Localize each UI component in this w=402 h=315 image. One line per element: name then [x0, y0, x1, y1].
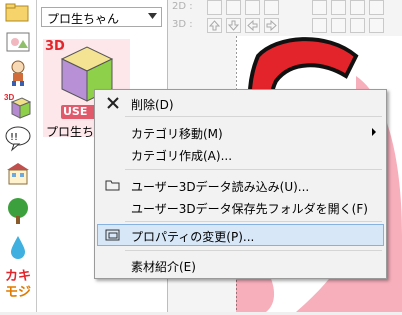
- submenu-arrow-icon: [372, 128, 376, 136]
- 3d-cube-icon[interactable]: 3D: [4, 92, 32, 120]
- drop-icon[interactable]: [4, 233, 32, 261]
- menu-item-label: 素材紹介(E): [131, 260, 196, 274]
- toolbar-button[interactable]: [226, 0, 241, 15]
- menu-item-open-save-folder[interactable]: ユーザー3Dデータ保存先フォルダを開く(F): [97, 196, 384, 218]
- menu-separator: [125, 250, 382, 251]
- svg-text:!!: !!: [10, 132, 18, 143]
- speech-balloon-icon[interactable]: !!: [4, 124, 32, 152]
- menu-item-label: カテゴリ作成(A)...: [131, 149, 233, 163]
- menu-separator: [125, 169, 382, 170]
- toolbar-label-3d: 3D :: [172, 19, 193, 30]
- menu-item-label: プロパティの変更(P)...: [131, 230, 255, 244]
- image-icon[interactable]: [4, 30, 32, 58]
- toolbar-button[interactable]: [207, 0, 222, 15]
- close-icon: [107, 97, 119, 109]
- menu-item-label: 削除(D): [131, 98, 174, 112]
- menu-item-label: ユーザー3Dデータ保存先フォルダを開く(F): [131, 202, 368, 216]
- properties-icon: [105, 229, 120, 241]
- svg-text:カキ: カキ: [5, 269, 31, 284]
- svg-text:3D: 3D: [4, 93, 14, 102]
- shrink-icon[interactable]: [312, 18, 327, 33]
- toolbar-button[interactable]: [312, 0, 327, 15]
- menu-item-material-info[interactable]: 素材紹介(E): [97, 254, 384, 276]
- move-left-icon[interactable]: [245, 18, 260, 33]
- flip-horizontal-icon[interactable]: [331, 18, 346, 33]
- move-up-icon[interactable]: [207, 18, 222, 33]
- chevron-down-icon: [148, 13, 157, 19]
- kakimoji-icon[interactable]: カキ モジ: [4, 266, 32, 306]
- use-badge-label: USE: [63, 105, 88, 118]
- move-down-icon[interactable]: [226, 18, 241, 33]
- tree-icon[interactable]: [4, 197, 32, 225]
- menu-separator: [125, 221, 382, 222]
- menu-item-load-user-3d[interactable]: ユーザー3Dデータ読み込み(U)...: [97, 174, 384, 196]
- menu-separator: [125, 116, 382, 117]
- folder-icon[interactable]: [4, 2, 32, 30]
- building-icon[interactable]: [4, 160, 32, 188]
- character-icon[interactable]: [4, 59, 32, 87]
- move-right-icon[interactable]: [264, 18, 279, 33]
- category-select[interactable]: プロ生ちゃん: [41, 7, 162, 27]
- toolbar-button[interactable]: [331, 0, 346, 15]
- tool-strip: 3D !! カキ モジ: [0, 0, 37, 312]
- svg-text:モジ: モジ: [5, 285, 31, 300]
- menu-item-label: カテゴリ移動(M): [131, 127, 223, 141]
- toolbar-button[interactable]: [350, 0, 365, 15]
- menu-item-delete[interactable]: 削除(D): [97, 92, 384, 114]
- menu-item-label: ユーザー3Dデータ読み込み(U)...: [131, 180, 310, 194]
- toolbar-button[interactable]: [369, 0, 384, 15]
- menu-item-properties[interactable]: プロパティの変更(P)...: [97, 224, 384, 246]
- toolbar-button[interactable]: [264, 0, 279, 15]
- toolbar-label-2d: 2D :: [172, 1, 193, 12]
- toolbar-button[interactable]: [245, 0, 260, 15]
- menu-item-move-category[interactable]: カテゴリ移動(M): [97, 121, 384, 143]
- folder-open-icon: [105, 180, 120, 191]
- context-menu: 削除(D) カテゴリ移動(M) カテゴリ作成(A)... ユーザー3Dデータ読み…: [94, 89, 387, 279]
- category-select-value: プロ生ちゃん: [47, 12, 120, 26]
- toolbar-button[interactable]: [350, 18, 365, 33]
- toolbar-button[interactable]: [369, 18, 384, 33]
- menu-item-create-category[interactable]: カテゴリ作成(A)...: [97, 143, 384, 165]
